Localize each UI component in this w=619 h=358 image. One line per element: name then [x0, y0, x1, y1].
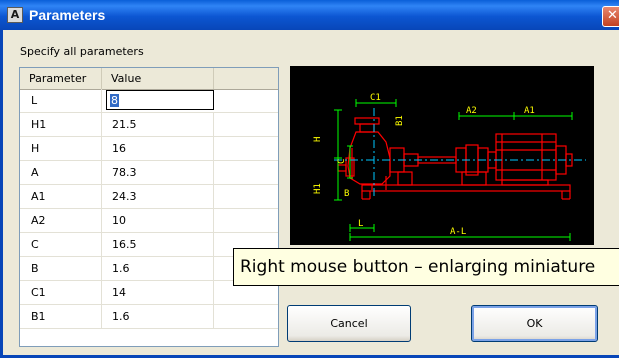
- label-a-minus-l: A-L: [450, 227, 466, 237]
- column-header-parameter[interactable]: Parameter: [20, 68, 102, 89]
- label-a1: A1: [524, 106, 535, 116]
- parameter-name-cell[interactable]: H1: [20, 113, 102, 136]
- empty-cell: [214, 89, 278, 112]
- table-row[interactable]: A2 10: [20, 209, 278, 233]
- base-frame: [361, 184, 571, 200]
- table-row[interactable]: A 78.3: [20, 161, 278, 185]
- column-header-value[interactable]: Value: [102, 68, 214, 89]
- cancel-button[interactable]: Cancel: [287, 305, 411, 342]
- empty-cell: [214, 185, 278, 208]
- value-edit-input[interactable]: 8: [106, 90, 214, 110]
- instruction-label: Specify all parameters: [20, 45, 144, 58]
- pump-drawing-preview[interactable]: C1 B1 A2 A1 H C H1 B L A-L: [290, 66, 594, 245]
- label-h: H: [313, 137, 323, 142]
- parameter-value-cell[interactable]: 78.3: [102, 161, 214, 184]
- table-row[interactable]: A1 24.3: [20, 185, 278, 209]
- coupling: [455, 144, 489, 186]
- parameter-value-cell[interactable]: 16.5: [102, 233, 214, 256]
- empty-cell: [214, 209, 278, 232]
- parameter-name-cell[interactable]: B1: [20, 305, 102, 328]
- empty-cell: [214, 137, 278, 160]
- ok-button[interactable]: OK: [471, 305, 598, 342]
- label-l: L: [358, 219, 363, 229]
- close-button[interactable]: ✕: [602, 6, 619, 27]
- label-b1: B1: [395, 115, 405, 126]
- parameter-value-cell[interactable]: 16: [102, 137, 214, 160]
- window-title: Parameters: [29, 7, 106, 23]
- parameter-value-cell[interactable]: 1.6: [102, 257, 214, 280]
- parameter-name-cell[interactable]: H: [20, 137, 102, 160]
- table-row[interactable]: H 16: [20, 137, 278, 161]
- parameter-value-cell[interactable]: 1.6: [102, 305, 214, 328]
- window-frame-left: [0, 30, 3, 358]
- parameter-value-cell[interactable]: 14: [102, 281, 214, 304]
- empty-cell: [214, 113, 278, 136]
- label-c: C: [337, 159, 347, 164]
- parameter-name-cell[interactable]: L: [20, 89, 102, 112]
- column-header-empty: [214, 68, 278, 89]
- table-row[interactable]: H1 21.5: [20, 113, 278, 137]
- grid-header: Parameter Value: [20, 68, 278, 90]
- label-b: B: [344, 189, 349, 199]
- parameter-name-cell[interactable]: C: [20, 233, 102, 256]
- pump-body: [337, 117, 457, 190]
- empty-cell: [214, 161, 278, 184]
- parameter-value-cell[interactable]: 24.3: [102, 185, 214, 208]
- table-row[interactable]: B1 1.6: [20, 305, 278, 329]
- tooltip: Right mouse button – enlarging miniature: [233, 248, 619, 286]
- parameter-grid[interactable]: Parameter Value L 8 H1 21.5 H 16 A 78.3 A1 24.3 A2…: [19, 67, 279, 347]
- pump-drawing: C1 B1 A2 A1 H C H1 B L A-L: [313, 93, 586, 241]
- parameter-name-cell[interactable]: A: [20, 161, 102, 184]
- parameter-name-cell[interactable]: B: [20, 257, 102, 280]
- title-bar[interactable]: A Parameters ✕: [0, 0, 619, 30]
- label-h1: H1: [313, 183, 323, 194]
- selected-value-text: 8: [110, 94, 119, 107]
- label-c1: C1: [370, 93, 381, 103]
- app-icon: A: [7, 7, 23, 23]
- parameter-value-cell[interactable]: 10: [102, 209, 214, 232]
- parameter-name-cell[interactable]: A2: [20, 209, 102, 232]
- label-a2: A2: [466, 106, 477, 116]
- table-row[interactable]: L8: [20, 89, 278, 113]
- empty-cell: [214, 305, 278, 328]
- parameter-name-cell[interactable]: C1: [20, 281, 102, 304]
- parameter-value-cell[interactable]: 21.5: [102, 113, 214, 136]
- parameter-name-cell[interactable]: A1: [20, 185, 102, 208]
